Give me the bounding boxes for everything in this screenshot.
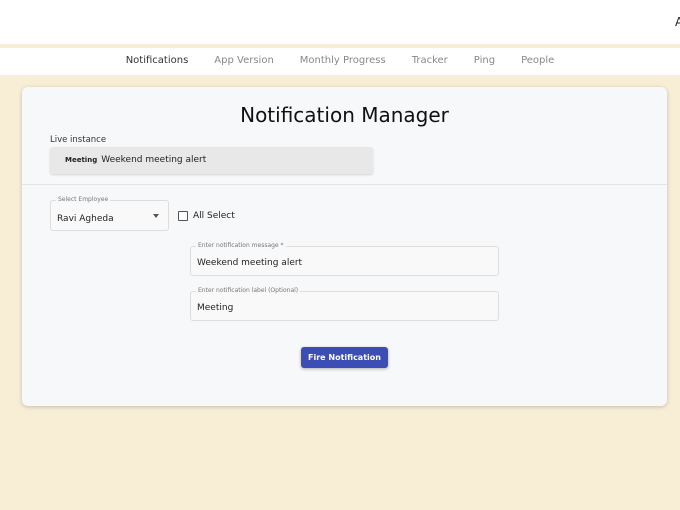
notification-message-input[interactable]: Enter notification message * Weekend mee…: [190, 242, 499, 276]
top-bar: A: [0, 0, 680, 44]
live-message: Weekend meeting alert: [101, 155, 207, 165]
notification-label-input[interactable]: Enter notification label (Optional) Meet…: [190, 287, 499, 321]
nav-people[interactable]: People: [521, 48, 554, 75]
live-instance-label: Live instance: [50, 135, 107, 145]
nav-monthly-progress[interactable]: Monthly Progress: [300, 48, 386, 75]
user-menu[interactable]: A: [675, 15, 680, 29]
employee-select[interactable]: Select Employee Ravi Agheda: [50, 196, 169, 231]
all-select-checkbox[interactable]: All Select: [178, 211, 235, 221]
label-input-label: Enter notification label (Optional): [196, 287, 301, 294]
all-select-label: All Select: [193, 211, 235, 221]
nav-tracker[interactable]: Tracker: [412, 48, 448, 75]
employee-select-label: Select Employee: [56, 196, 111, 203]
nav-notifications[interactable]: Notifications: [126, 48, 189, 75]
page-title: Notification Manager: [240, 103, 449, 127]
nav-ping[interactable]: Ping: [474, 48, 495, 75]
nav-bar: Notifications App Version Monthly Progre…: [0, 48, 680, 75]
divider: [22, 184, 667, 185]
message-input-label: Enter notification message *: [196, 242, 286, 249]
label-input-value: Meeting: [197, 303, 234, 313]
live-instance-preview: Meeting Weekend meeting alert: [50, 147, 373, 174]
fire-notification-button[interactable]: Fire Notification: [301, 347, 388, 368]
caret-down-icon: [153, 214, 159, 218]
checkbox-icon[interactable]: [178, 211, 188, 221]
live-label: Meeting: [65, 156, 98, 164]
employee-select-value: Ravi Agheda: [57, 214, 114, 224]
message-input-value: Weekend meeting alert: [197, 258, 303, 268]
nav-app-version[interactable]: App Version: [214, 48, 274, 75]
notification-card: Notification Manager Live instance Meeti…: [22, 87, 667, 406]
